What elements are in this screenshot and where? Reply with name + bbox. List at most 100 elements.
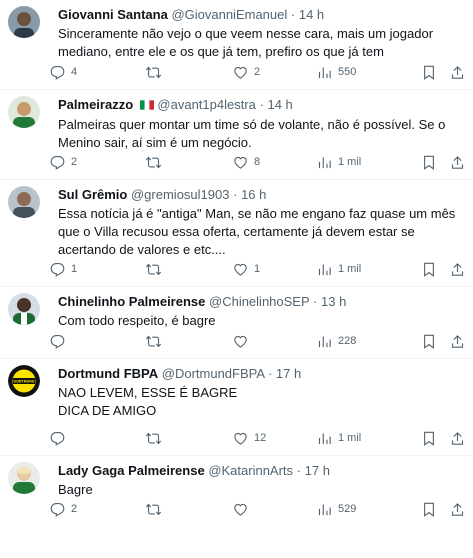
tweet[interactable]: Lady Gaga Palmeirense @KatarinnArts · 17… xyxy=(0,456,473,526)
views-button[interactable]: 1 mil xyxy=(317,260,361,278)
bookmark-button[interactable] xyxy=(422,63,436,81)
views-button[interactable]: 550 xyxy=(317,63,356,81)
avatar-logo-text: DORTMUND xyxy=(14,380,35,384)
retweet-button[interactable] xyxy=(145,429,168,447)
timestamp[interactable]: 16 h xyxy=(241,187,266,202)
username[interactable]: @ChinelinhoSEP xyxy=(209,294,309,309)
bookmark-icon xyxy=(424,155,434,170)
separator: · xyxy=(296,463,302,478)
avatar[interactable]: DORTMUND xyxy=(8,365,40,397)
views-count: 1 mil xyxy=(338,263,362,275)
separator: · xyxy=(267,366,273,381)
timestamp[interactable]: 17 h xyxy=(305,463,330,478)
tweet[interactable]: Sul Grêmio @gremiosul1903 · 16 h Essa no… xyxy=(0,180,473,287)
like-button[interactable]: 2 xyxy=(233,63,260,81)
avatar[interactable] xyxy=(8,462,40,494)
like-button[interactable]: 8 xyxy=(233,153,260,171)
timestamp[interactable]: 14 h xyxy=(267,97,292,112)
reply-count: 4 xyxy=(71,66,78,78)
reply-icon xyxy=(50,431,65,446)
like-count: 12 xyxy=(254,432,267,444)
bookmark-button[interactable] xyxy=(422,153,436,171)
display-name[interactable]: Dortmund FBPA xyxy=(58,366,158,381)
share-button[interactable] xyxy=(450,500,465,518)
bookmark-button[interactable] xyxy=(422,429,436,447)
share-button[interactable] xyxy=(450,260,465,278)
views-button[interactable]: 1 mil xyxy=(317,153,361,171)
avatar[interactable] xyxy=(8,293,40,325)
reply-count: 2 xyxy=(71,503,78,515)
display-name[interactable]: Chinelinho Palmeirense xyxy=(58,294,205,309)
retweet-button[interactable] xyxy=(145,63,168,81)
username[interactable]: @avant1p4lestra xyxy=(157,97,255,112)
like-button[interactable]: 1 xyxy=(233,260,260,278)
bookmark-button[interactable] xyxy=(422,332,436,350)
timestamp[interactable]: 14 h xyxy=(299,7,324,22)
tweet[interactable]: DORTMUND Dortmund FBPA @DortmundFBPA · 1… xyxy=(0,359,473,456)
views-button[interactable]: 1 mil xyxy=(317,429,361,447)
username[interactable]: @KatarinnArts xyxy=(208,463,293,478)
retweet-icon xyxy=(145,156,162,168)
reply-button[interactable] xyxy=(50,332,71,350)
username[interactable]: @DortmundFBPA xyxy=(162,366,265,381)
tweet-header: Chinelinho Palmeirense @ChinelinhoSEP · … xyxy=(58,293,465,311)
like-button[interactable] xyxy=(233,500,254,518)
tweet[interactable]: Palmeirazzo @avant1p4lestra · 14 h Palme… xyxy=(0,90,473,180)
views-count: 529 xyxy=(338,503,357,515)
tweet-text: Essa notícia já é "antiga" Man, se não m… xyxy=(58,206,456,257)
share-button[interactable] xyxy=(450,429,465,447)
share-button[interactable] xyxy=(450,153,465,171)
bookmark-icon xyxy=(424,502,434,517)
display-name[interactable]: Giovanni Santana xyxy=(58,7,168,22)
reply-button[interactable]: 2 xyxy=(50,153,77,171)
tweet-actions: 12 1 mil xyxy=(50,429,467,447)
reply-button[interactable]: 4 xyxy=(50,63,77,81)
tweet-header: Palmeirazzo @avant1p4lestra · 14 h xyxy=(58,96,465,115)
retweet-icon xyxy=(145,263,162,275)
retweet-button[interactable] xyxy=(145,500,168,518)
share-icon xyxy=(451,334,464,348)
retweet-button[interactable] xyxy=(145,153,168,171)
retweet-button[interactable] xyxy=(145,332,168,350)
views-button[interactable]: 529 xyxy=(317,500,356,518)
bookmark-icon xyxy=(424,334,434,349)
tweet-actions: 4 2 550 xyxy=(50,63,467,81)
views-button[interactable]: 228 xyxy=(317,332,356,350)
tweet-header: Giovanni Santana @GiovanniEmanuel · 14 h xyxy=(58,6,465,24)
reply-button[interactable]: 1 xyxy=(50,260,77,278)
display-name[interactable]: Lady Gaga Palmeirense xyxy=(58,463,205,478)
share-button[interactable] xyxy=(450,63,465,81)
like-button[interactable] xyxy=(233,332,254,350)
timestamp[interactable]: 17 h xyxy=(276,366,301,381)
timestamp[interactable]: 13 h xyxy=(321,294,346,309)
heart-icon xyxy=(234,263,247,276)
retweet-button[interactable] xyxy=(145,260,168,278)
tweet-header: Sul Grêmio @gremiosul1903 · 16 h xyxy=(58,186,465,204)
share-icon xyxy=(451,65,464,79)
display-name[interactable]: Sul Grêmio xyxy=(58,187,127,202)
tweet[interactable]: Giovanni Santana @GiovanniEmanuel · 14 h… xyxy=(0,0,473,90)
tweet-header: Dortmund FBPA @DortmundFBPA · 17 h xyxy=(58,365,465,383)
like-button[interactable]: 12 xyxy=(233,429,266,447)
avatar[interactable] xyxy=(8,186,40,218)
tweet[interactable]: Chinelinho Palmeirense @ChinelinhoSEP · … xyxy=(0,287,473,359)
like-count: 1 xyxy=(254,263,261,275)
heart-icon xyxy=(234,335,247,348)
share-icon xyxy=(451,262,464,276)
tweet-actions: 2 529 xyxy=(50,500,467,518)
views-icon xyxy=(318,157,331,168)
reply-icon xyxy=(50,262,65,277)
avatar[interactable] xyxy=(8,96,40,128)
tweet-text: Bagre xyxy=(58,482,93,497)
bookmark-button[interactable] xyxy=(422,500,436,518)
display-name[interactable]: Palmeirazzo xyxy=(58,97,133,112)
username[interactable]: @GiovanniEmanuel xyxy=(171,7,287,22)
share-icon xyxy=(451,502,464,516)
bookmark-button[interactable] xyxy=(422,260,436,278)
retweet-icon xyxy=(145,432,162,444)
reply-button[interactable]: 2 xyxy=(50,500,77,518)
share-button[interactable] xyxy=(450,332,465,350)
username[interactable]: @gremiosul1903 xyxy=(131,187,229,202)
avatar[interactable] xyxy=(8,6,40,38)
reply-button[interactable] xyxy=(50,429,71,447)
